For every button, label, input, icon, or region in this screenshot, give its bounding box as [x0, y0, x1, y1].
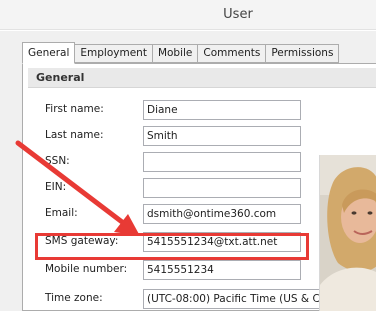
ssn-field[interactable]	[143, 152, 301, 172]
title-bar: User	[0, 0, 376, 30]
user-photo	[319, 155, 376, 311]
time-zone-label: Time zone:	[45, 292, 103, 304]
dialog-body: General Employment Mobile Comments Permi…	[0, 31, 376, 311]
tab-general[interactable]: General	[22, 42, 76, 64]
first-name-field[interactable]: Diane	[143, 100, 301, 120]
first-name-label: First name:	[45, 103, 104, 115]
ein-field[interactable]	[143, 178, 301, 198]
user-dialog: User General Employment Mobile Comments …	[0, 0, 376, 311]
section-title: General	[36, 71, 85, 84]
ssn-label: SSN:	[45, 155, 70, 167]
tab-mobile[interactable]: Mobile	[152, 44, 199, 63]
email-field[interactable]: dsmith@ontime360.com	[143, 204, 301, 224]
last-name-label: Last name:	[45, 129, 104, 141]
window-title: User	[223, 7, 253, 22]
sms-gateway-highlight-box	[35, 233, 309, 260]
tab-permissions[interactable]: Permissions	[266, 44, 340, 63]
tab-employment[interactable]: Employment	[75, 44, 153, 63]
mobile-number-label: Mobile number:	[45, 263, 128, 275]
ein-label: EIN:	[45, 181, 67, 193]
photo-image	[320, 155, 376, 311]
last-name-field[interactable]: Smith	[143, 126, 301, 146]
tab-strip: General Employment Mobile Comments Permi…	[22, 42, 340, 64]
tab-comments[interactable]: Comments	[198, 44, 267, 63]
email-label: Email:	[45, 207, 78, 219]
mobile-number-field[interactable]: 5415551234	[143, 260, 301, 280]
section-header: General	[28, 68, 376, 88]
general-tab-panel: General First name: Diane Last name: Smi…	[22, 63, 376, 311]
